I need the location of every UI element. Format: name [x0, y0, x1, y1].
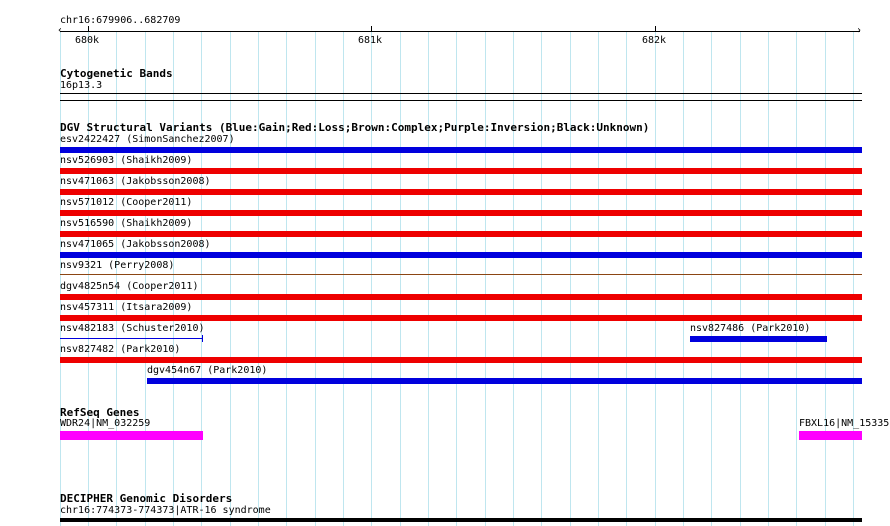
grid-line	[598, 32, 599, 526]
variant-bar-loss[interactable]	[60, 231, 862, 237]
genome-browser-panel: chr16:679906..682709 ‹ › 680k 681k 682k …	[0, 0, 890, 526]
grid-line	[371, 32, 372, 526]
ruler-left-arrow-icon: ‹	[57, 25, 64, 36]
variant-bar-loss[interactable]	[60, 315, 862, 321]
variant-label[interactable]: esv2422427 (SimonSanchez2007)	[60, 134, 235, 146]
gene-label[interactable]: FBXL16|NM_15335	[799, 418, 889, 430]
ruler-line	[60, 31, 860, 32]
variant-bar-gain[interactable]	[60, 338, 202, 339]
grid-line	[258, 32, 259, 526]
variant-label[interactable]: nsv526903 (Shaikh2009)	[60, 155, 192, 167]
grid-line	[60, 32, 61, 526]
variant-bar-gain[interactable]	[147, 378, 862, 384]
variant-label[interactable]: nsv471065 (Jakobsson2008)	[60, 239, 211, 251]
variant-bar-end-tick	[202, 335, 203, 342]
ruler-tick-label: 680k	[75, 35, 100, 46]
variant-bar-loss[interactable]	[60, 294, 862, 300]
grid-line	[711, 32, 712, 526]
grid-line	[768, 32, 769, 526]
variant-bar-loss[interactable]	[60, 210, 862, 216]
decipher-bar[interactable]	[60, 518, 862, 522]
grid-line	[173, 32, 174, 526]
grid-line	[456, 32, 457, 526]
variant-label[interactable]: nsv482183 (Schuster2010)	[60, 323, 205, 335]
grid-line	[343, 32, 344, 526]
grid-line	[201, 32, 202, 526]
grid-line	[655, 32, 656, 526]
variant-label[interactable]: nsv827482 (Park2010)	[60, 344, 180, 356]
gene-bar[interactable]	[60, 431, 203, 440]
dgv-track-title: DGV Structural Variants (Blue:Gain;Red:L…	[60, 121, 650, 134]
grid-line	[315, 32, 316, 526]
grid-line	[145, 32, 146, 526]
ruler-tick	[655, 26, 656, 32]
grid-line	[116, 32, 117, 526]
ruler-tick	[371, 26, 372, 32]
grid-line	[825, 32, 826, 526]
variant-label[interactable]: nsv471063 (Jakobsson2008)	[60, 176, 211, 188]
variant-bar-loss[interactable]	[60, 357, 862, 363]
ruler-tick-label: 682k	[642, 35, 667, 46]
grid-line	[286, 32, 287, 526]
ruler-range-label: chr16:679906..682709	[60, 15, 181, 26]
variant-label[interactable]: nsv827486 (Park2010)	[690, 323, 810, 335]
variant-bar-gain[interactable]	[60, 252, 862, 258]
grid-line	[541, 32, 542, 526]
variant-label[interactable]: nsv571012 (Cooper2011)	[60, 197, 192, 209]
grid-line	[428, 32, 429, 526]
cytoband-track-title: Cytogenetic Bands	[60, 67, 173, 80]
grid-line	[88, 32, 89, 526]
cytoband-bar[interactable]	[60, 93, 862, 94]
grid-line	[683, 32, 684, 526]
variant-label[interactable]: nsv516590 (Shaikh2009)	[60, 218, 192, 230]
variant-bar-gain[interactable]	[690, 336, 827, 342]
grid-line	[513, 32, 514, 526]
grid-line	[485, 32, 486, 526]
variant-bar-loss[interactable]	[60, 189, 862, 195]
grid-line	[570, 32, 571, 526]
variant-bar-gain[interactable]	[60, 147, 862, 153]
ruler-right-arrow-icon: ›	[856, 25, 863, 36]
variant-label[interactable]: nsv457311 (Itsara2009)	[60, 302, 192, 314]
grid-line	[796, 32, 797, 526]
variant-label[interactable]: dgv454n67 (Park2010)	[147, 365, 267, 377]
decipher-track-title: DECIPHER Genomic Disorders	[60, 492, 233, 505]
grid-line	[400, 32, 401, 526]
variant-label[interactable]: dgv4825n54 (Cooper2011)	[60, 281, 198, 293]
variant-label[interactable]: nsv9321 (Perry2008)	[60, 260, 174, 272]
ruler-tick	[88, 26, 89, 32]
decipher-item-label[interactable]: chr16:774373-774373|ATR-16 syndrome	[60, 505, 271, 517]
variant-bar-loss[interactable]	[60, 168, 862, 174]
cytoband-label[interactable]: 16p13.3	[60, 80, 102, 92]
gene-bar[interactable]	[799, 431, 862, 440]
grid-line	[230, 32, 231, 526]
grid-line	[626, 32, 627, 526]
grid-line	[740, 32, 741, 526]
cytoband-bar[interactable]	[60, 100, 862, 101]
ruler-tick-label: 681k	[358, 35, 383, 46]
gene-label[interactable]: WDR24|NM_032259	[60, 418, 150, 430]
grid-line	[853, 32, 854, 526]
variant-bar-complex[interactable]	[60, 274, 862, 275]
